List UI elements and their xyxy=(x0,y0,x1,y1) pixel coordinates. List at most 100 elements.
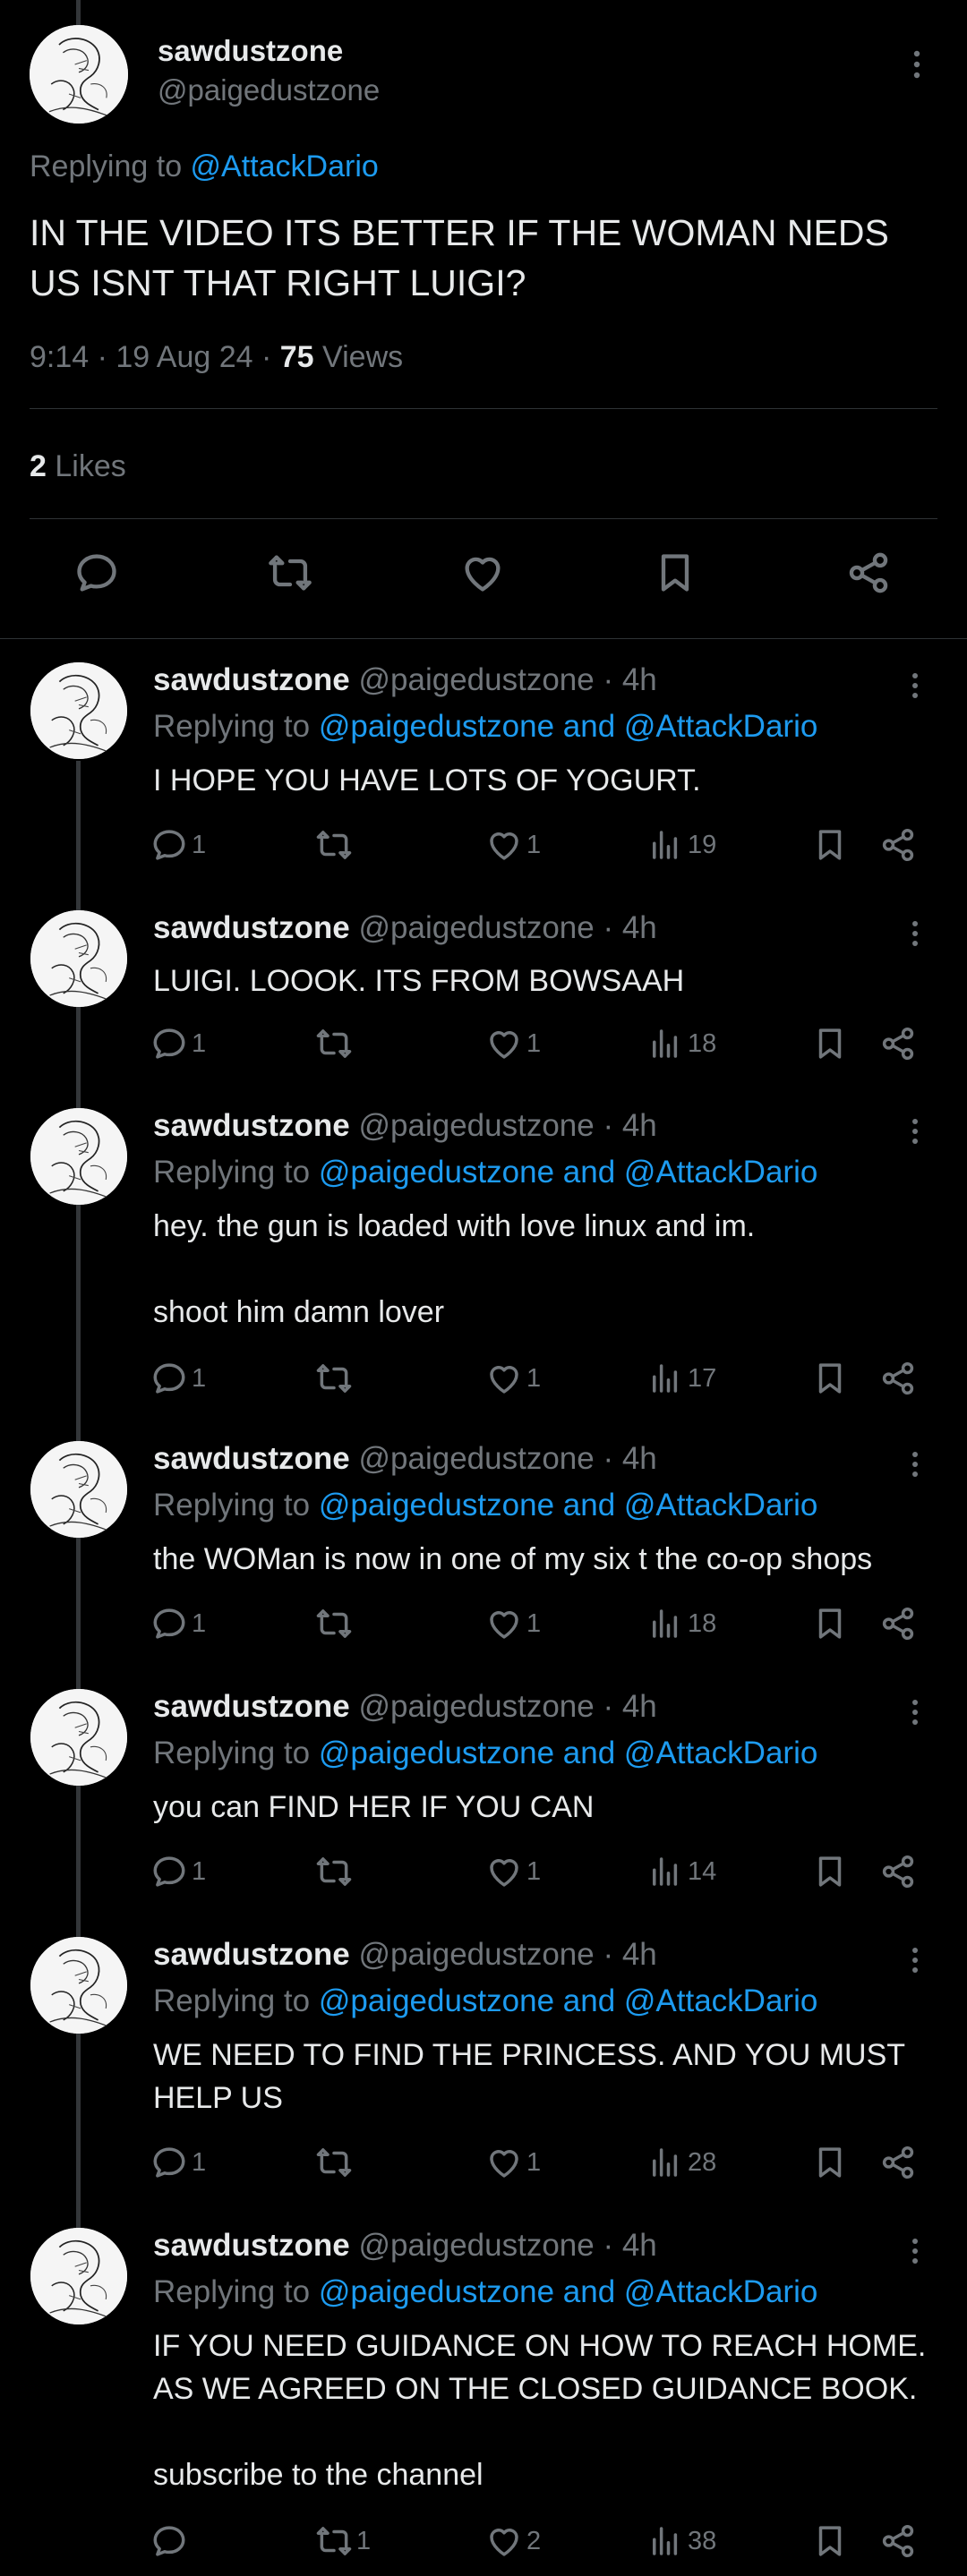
tweet-timestamp[interactable]: 9:14 · 19 Aug 24 · xyxy=(30,340,280,374)
author-handle-time[interactable]: @paigedustzone · 4h xyxy=(359,2228,657,2263)
views-count: 14 xyxy=(688,1856,717,1886)
bookmark-button[interactable] xyxy=(811,1850,849,1893)
avatar[interactable] xyxy=(30,910,127,1007)
replying-to-link[interactable]: @paigedustzone and @AttackDario xyxy=(319,1488,818,1523)
author-handle-time[interactable]: @paigedustzone · 4h xyxy=(359,1937,657,1972)
more-options-icon[interactable] xyxy=(904,670,926,702)
author-name[interactable]: sawdustzone xyxy=(158,34,343,68)
author-name[interactable]: sawdustzone xyxy=(153,910,350,945)
reply-button[interactable]: 1 xyxy=(150,1357,206,1400)
author-handle-time[interactable]: @paigedustzone · 4h xyxy=(359,1108,657,1143)
reply-tweet[interactable]: sawdustzone @paigedustzone · 4h Replying… xyxy=(0,1937,967,2186)
avatar[interactable] xyxy=(30,662,127,759)
reply-button[interactable]: 1 xyxy=(150,1850,206,1893)
more-options-icon[interactable] xyxy=(904,47,929,82)
more-options-icon[interactable] xyxy=(904,917,926,950)
replying-to-link[interactable]: @paigedustzone and @AttackDario xyxy=(319,1983,818,2018)
author-handle[interactable]: @paigedustzone xyxy=(158,73,380,107)
share-button[interactable] xyxy=(879,2520,917,2563)
like-button[interactable]: 1 xyxy=(485,1022,541,1065)
more-options-icon[interactable] xyxy=(904,1944,926,1976)
replying-to-link[interactable]: @paigedustzone and @AttackDario xyxy=(319,709,818,744)
like-button[interactable]: 1 xyxy=(485,1602,541,1645)
retweet-button[interactable] xyxy=(267,550,313,596)
reply-button[interactable] xyxy=(150,2520,192,2563)
share-button[interactable] xyxy=(879,1850,917,1893)
views-button[interactable]: 38 xyxy=(646,2520,716,2563)
bookmark-button[interactable] xyxy=(811,1357,849,1400)
views-button[interactable]: 14 xyxy=(646,1850,716,1893)
share-button[interactable] xyxy=(879,823,917,866)
replying-to-link[interactable]: @AttackDario xyxy=(191,149,379,183)
author-name[interactable]: sawdustzone xyxy=(153,1108,350,1143)
author-name[interactable]: sawdustzone xyxy=(153,2228,350,2263)
author-name[interactable]: sawdustzone xyxy=(153,1441,350,1476)
more-options-icon[interactable] xyxy=(904,2235,926,2267)
author-name[interactable]: sawdustzone xyxy=(153,1937,350,1972)
author-name[interactable]: sawdustzone xyxy=(153,662,350,697)
avatar[interactable] xyxy=(30,2228,127,2324)
share-button[interactable] xyxy=(879,1602,917,1645)
replying-to-link[interactable]: @paigedustzone and @AttackDario xyxy=(319,2274,818,2309)
reply-button[interactable]: 1 xyxy=(150,1022,206,1065)
avatar[interactable] xyxy=(30,1441,127,1538)
share-button[interactable] xyxy=(879,2141,917,2184)
avatar[interactable] xyxy=(30,25,128,124)
reply-icon xyxy=(153,1608,185,1639)
more-options-icon[interactable] xyxy=(904,1696,926,1728)
views-button[interactable]: 19 xyxy=(646,823,716,866)
retweet-button[interactable] xyxy=(315,2141,356,2184)
reply-tweet[interactable]: sawdustzone @paigedustzone · 4h Replying… xyxy=(0,1441,967,1647)
replying-to-link[interactable]: @paigedustzone and @AttackDario xyxy=(319,1736,818,1770)
bookmark-button[interactable] xyxy=(652,550,698,596)
like-button[interactable]: 1 xyxy=(485,1357,541,1400)
like-button[interactable]: 1 xyxy=(485,2141,541,2184)
reply-header: sawdustzone @paigedustzone · 4h xyxy=(153,910,657,946)
more-options-icon[interactable] xyxy=(904,1115,926,1147)
retweet-button[interactable] xyxy=(315,1602,356,1645)
more-options-icon[interactable] xyxy=(904,1448,926,1480)
bookmark-button[interactable] xyxy=(811,2520,849,2563)
reply-actions: 1 1 19 xyxy=(0,823,967,866)
share-button[interactable] xyxy=(845,550,892,596)
retweet-button[interactable] xyxy=(315,1850,356,1893)
likes-summary[interactable]: 2 Likes xyxy=(30,449,126,484)
views-button[interactable]: 18 xyxy=(646,1022,716,1065)
reply-button[interactable]: 1 xyxy=(150,1602,206,1645)
author-name[interactable]: sawdustzone xyxy=(153,1689,350,1724)
views-button[interactable]: 28 xyxy=(646,2141,716,2184)
share-button[interactable] xyxy=(879,1357,917,1400)
reply-button[interactable]: 1 xyxy=(150,2141,206,2184)
author-handle-time[interactable]: @paigedustzone · 4h xyxy=(359,1689,657,1724)
retweet-button[interactable] xyxy=(315,1022,356,1065)
bookmark-button[interactable] xyxy=(811,2141,849,2184)
views-button[interactable]: 18 xyxy=(646,1602,716,1645)
like-button[interactable]: 2 xyxy=(485,2520,541,2563)
bookmark-button[interactable] xyxy=(811,1602,849,1645)
views-button[interactable]: 17 xyxy=(646,1357,716,1400)
author-handle-time[interactable]: @paigedustzone · 4h xyxy=(359,1441,657,1476)
author-handle-time[interactable]: @paigedustzone · 4h xyxy=(359,662,657,697)
like-button[interactable]: 1 xyxy=(485,1850,541,1893)
replying-to-link[interactable]: @paigedustzone and @AttackDario xyxy=(319,1155,818,1190)
reply-tweet[interactable]: sawdustzone @paigedustzone · 4h LUIGI. L… xyxy=(0,910,967,1067)
reply-tweet[interactable]: sawdustzone @paigedustzone · 4h Replying… xyxy=(0,1108,967,1402)
bookmark-button[interactable] xyxy=(811,823,849,866)
retweet-button[interactable] xyxy=(315,823,356,866)
reply-button[interactable] xyxy=(73,550,120,596)
retweet-button[interactable] xyxy=(315,1357,356,1400)
reply-button[interactable]: 1 xyxy=(150,823,206,866)
share-button[interactable] xyxy=(879,1022,917,1065)
author-handle-time[interactable]: @paigedustzone · 4h xyxy=(359,910,657,945)
avatar[interactable] xyxy=(30,1937,127,2034)
reply-tweet[interactable]: sawdustzone @paigedustzone · 4h Replying… xyxy=(0,662,967,868)
like-button[interactable]: 1 xyxy=(485,823,541,866)
divider xyxy=(0,638,967,639)
reply-tweet[interactable]: sawdustzone @paigedustzone · 4h Replying… xyxy=(0,2228,967,2564)
like-button[interactable] xyxy=(459,550,506,596)
retweet-button[interactable]: 1 xyxy=(315,2520,371,2563)
bookmark-button[interactable] xyxy=(811,1022,849,1065)
avatar[interactable] xyxy=(30,1689,127,1786)
avatar[interactable] xyxy=(30,1108,127,1205)
reply-tweet[interactable]: sawdustzone @paigedustzone · 4h Replying… xyxy=(0,1689,967,1895)
